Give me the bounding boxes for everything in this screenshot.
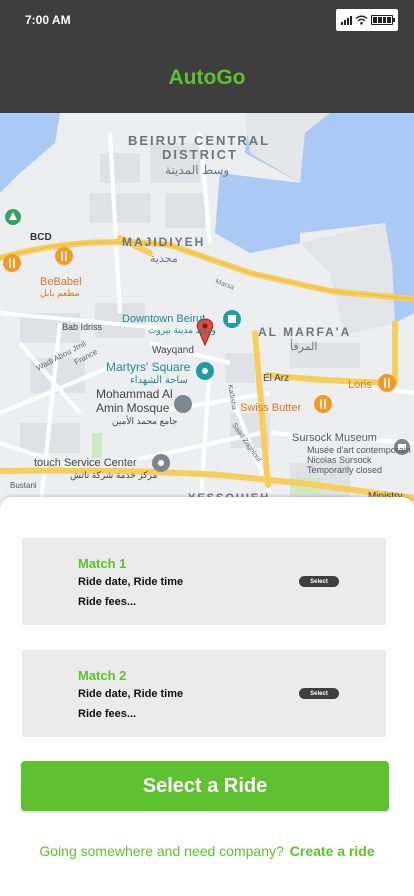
map-label: ساحة الشهداء	[130, 375, 188, 386]
map-label: El Arz	[263, 373, 289, 384]
map-label: Downtown Beirut	[122, 313, 205, 325]
map-label: وسط مدينة بيروت	[148, 325, 216, 336]
map-label: AL MARFA'A	[258, 325, 351, 339]
create-ride-prompt: Going somewhere and need company? Create …	[0, 843, 414, 859]
map-label: Martyrs' Square	[106, 360, 191, 374]
map-label: Swiss Butter	[240, 402, 301, 414]
map-canvas[interactable]: BEIRUT CENTRAL DISTRICT وسط المدينة BCD …	[0, 113, 414, 513]
match-ride-datetime: Ride date, Ride time	[78, 576, 184, 588]
map-label: Mohammad Al	[96, 387, 173, 401]
match-card[interactable]: Match 1 Ride date, Ride time Ride fees..…	[22, 538, 386, 625]
map-label: BCD	[30, 232, 52, 243]
map-label: جامع محمد الأمين	[112, 415, 178, 427]
map-label: Amin Mosque	[96, 401, 170, 415]
restaurant-icon	[3, 254, 21, 272]
map-label: مطعم بابل	[40, 288, 80, 299]
map-label: مركز خدمة شركة تاتش	[70, 470, 157, 481]
app-title: AutoGo	[168, 66, 246, 89]
select-ride-button[interactable]: Select a Ride	[21, 761, 389, 811]
map-label: Bab Idriss	[62, 322, 103, 332]
map-label: MAJIDIYEH	[122, 235, 205, 249]
app-header: 7:00 AM AutoGo	[0, 0, 414, 113]
map-label: مجدية	[150, 253, 178, 265]
ride-match-sheet: Match 1 Ride date, Ride time Ride fees..…	[0, 497, 414, 896]
select-match-button[interactable]: Select	[299, 688, 339, 699]
map-label: Wayqand	[152, 345, 194, 356]
map-label: Nicolas Sursock	[307, 455, 372, 465]
status-icons	[336, 9, 398, 31]
map-label: BEIRUT CENTRAL	[128, 133, 270, 148]
restaurant-icon	[378, 374, 396, 392]
map-label: Bustani	[10, 481, 37, 490]
map-label: touch Service Center	[34, 457, 137, 469]
match-ride-datetime: Ride date, Ride time	[78, 688, 184, 700]
signal-icon	[341, 15, 352, 25]
create-ride-question: Going somewhere and need company?	[39, 843, 284, 859]
map-label: Sursock Museum	[292, 432, 377, 444]
restaurant-icon	[314, 395, 332, 413]
landmark-icon	[223, 310, 241, 328]
map-label: BeBabel	[40, 276, 82, 288]
select-match-button[interactable]: Select	[299, 576, 339, 587]
match-ride-fees: Ride fees...	[78, 708, 137, 720]
map-label: DISTRICT	[162, 147, 238, 162]
map-label: Loris	[348, 379, 372, 391]
mosque-icon	[174, 395, 192, 413]
landmark-icon	[196, 362, 214, 380]
park-icon	[5, 209, 21, 225]
match-title: Match 1	[78, 556, 127, 571]
map-label: Musée d'art contemporain	[307, 445, 411, 455]
map-label: المرفأ	[290, 339, 317, 353]
map-label: Temporarily closed	[307, 465, 382, 475]
wifi-icon	[355, 15, 368, 25]
status-time: 7:00 AM	[25, 13, 71, 27]
create-ride-link[interactable]: Create a ride	[290, 843, 375, 859]
match-card[interactable]: Match 2 Ride date, Ride time Ride fees..…	[22, 650, 386, 737]
restaurant-icon	[55, 247, 73, 265]
map-label: وسط المدينة	[165, 163, 229, 177]
match-ride-fees: Ride fees...	[78, 596, 137, 608]
battery-icon	[371, 15, 395, 25]
map-view[interactable]: BEIRUT CENTRAL DISTRICT وسط المدينة BCD …	[0, 113, 414, 513]
match-title: Match 2	[78, 668, 127, 683]
